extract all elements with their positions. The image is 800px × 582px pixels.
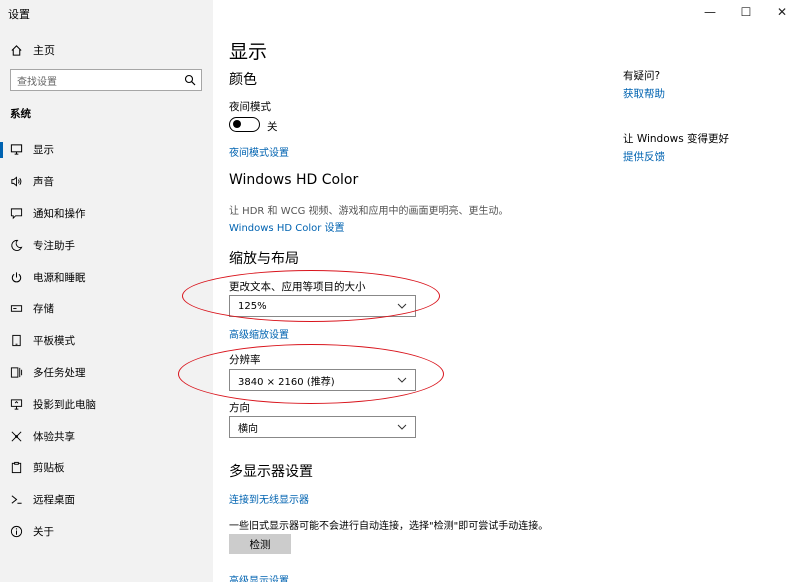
orientation-dropdown[interactable]: 横向 xyxy=(229,416,416,438)
chevron-down-icon xyxy=(397,303,407,309)
sidebar-item-tablet-mode[interactable]: 平板模式 xyxy=(0,325,213,357)
question-label: 有疑问? xyxy=(623,70,661,82)
home-nav[interactable]: 主页 xyxy=(10,41,55,59)
orientation-label: 方向 xyxy=(229,402,250,414)
home-icon xyxy=(11,44,22,56)
sidebar: 设置 主页 查找设置 系统 显示 声音 通知和操作 专注助手 电源和睡眠 存储 … xyxy=(0,0,213,582)
sidebar-item-label: 显示 xyxy=(33,144,54,157)
sidebar-item-shared-experiences[interactable]: 体验共享 xyxy=(0,420,213,452)
window-title: 设置 xyxy=(8,8,30,21)
sidebar-item-clipboard[interactable]: 剪贴板 xyxy=(0,452,213,484)
window-controls: — ☐ ✕ xyxy=(692,0,800,24)
resolution-label: 分辨率 xyxy=(229,354,261,366)
resolution-value: 3840 × 2160 (推荐) xyxy=(238,376,335,388)
notification-icon xyxy=(10,208,23,220)
color-heading: 颜色 xyxy=(229,72,257,88)
multi-display-heading: 多显示器设置 xyxy=(229,464,313,480)
tablet-icon xyxy=(12,335,21,347)
sidebar-item-label: 专注助手 xyxy=(33,239,75,252)
night-mode-settings-link[interactable]: 夜间模式设置 xyxy=(229,144,289,159)
sidebar-item-label: 电源和睡眠 xyxy=(33,271,86,284)
sidebar-item-sound[interactable]: 声音 xyxy=(0,166,213,198)
sidebar-item-notifications[interactable]: 通知和操作 xyxy=(0,198,213,230)
get-help-link[interactable]: 获取帮助 xyxy=(623,86,665,101)
page-title: 显示 xyxy=(229,41,268,63)
info-icon xyxy=(10,525,23,538)
sidebar-item-power[interactable]: 电源和睡眠 xyxy=(0,261,213,293)
detect-button[interactable]: 检测 xyxy=(229,534,291,554)
search-placeholder: 查找设置 xyxy=(17,76,57,88)
sidebar-item-label: 远程桌面 xyxy=(33,494,75,507)
sidebar-item-storage[interactable]: 存储 xyxy=(0,293,213,325)
maximize-button[interactable]: ☐ xyxy=(728,0,764,24)
search-input[interactable]: 查找设置 xyxy=(10,69,202,91)
advanced-display-link[interactable]: 高级显示设置 xyxy=(229,572,289,582)
storage-icon xyxy=(10,305,23,313)
share-icon xyxy=(11,431,22,442)
minimize-button[interactable]: — xyxy=(692,0,728,24)
night-mode-state: 关 xyxy=(267,121,278,133)
resolution-dropdown[interactable]: 3840 × 2160 (推荐) xyxy=(229,369,416,391)
detect-description: 一些旧式显示器可能不会进行自动连接，选择"检测"即可尝试手动连接。 xyxy=(229,521,549,532)
sidebar-item-label: 通知和操作 xyxy=(33,207,86,220)
remote-icon xyxy=(11,495,22,504)
hdr-settings-link[interactable]: Windows HD Color 设置 xyxy=(229,219,345,234)
sidebar-item-display[interactable]: 显示 xyxy=(0,134,213,166)
sidebar-item-label: 体验共享 xyxy=(33,430,75,443)
home-label: 主页 xyxy=(33,44,55,57)
speaker-icon xyxy=(11,176,22,187)
night-mode-label: 夜间模式 xyxy=(229,101,271,113)
multitask-icon xyxy=(10,367,23,378)
search-icon[interactable] xyxy=(179,70,201,90)
moon-icon xyxy=(11,239,23,251)
wireless-display-link[interactable]: 连接到无线显示器 xyxy=(229,491,309,506)
close-button[interactable]: ✕ xyxy=(764,0,800,24)
hdr-description: 让 HDR 和 WCG 视频、游戏和应用中的画面更明亮、更生动。 xyxy=(229,206,509,217)
power-icon xyxy=(11,271,22,282)
sidebar-item-multitasking[interactable]: 多任务处理 xyxy=(0,357,213,389)
sidebar-item-focus-assist[interactable]: 专注助手 xyxy=(0,229,213,261)
section-heading: 系统 xyxy=(10,108,31,120)
scale-label: 更改文本、应用等项目的大小 xyxy=(229,281,366,293)
sidebar-item-label: 多任务处理 xyxy=(33,366,86,379)
sidebar-item-remote-desktop[interactable]: 远程桌面 xyxy=(0,484,213,516)
sidebar-item-label: 剪贴板 xyxy=(33,462,65,475)
advanced-scaling-link[interactable]: 高级缩放设置 xyxy=(229,326,289,341)
feedback-link[interactable]: 提供反馈 xyxy=(623,149,665,164)
sidebar-item-about[interactable]: 关于 xyxy=(0,516,213,548)
monitor-icon xyxy=(10,144,23,156)
chevron-down-icon xyxy=(397,377,407,383)
sidebar-item-label: 平板模式 xyxy=(33,335,75,348)
clipboard-icon xyxy=(11,462,22,474)
scale-heading: 缩放与布局 xyxy=(229,251,299,267)
improve-label: 让 Windows 变得更好 xyxy=(623,133,730,145)
sidebar-item-project[interactable]: 投影到此电脑 xyxy=(0,388,213,420)
scale-dropdown[interactable]: 125% xyxy=(229,295,416,317)
hdr-heading: Windows HD Color xyxy=(229,172,359,188)
scale-value: 125% xyxy=(238,300,267,312)
sidebar-item-label: 声音 xyxy=(33,176,54,189)
orientation-value: 横向 xyxy=(238,423,258,435)
chevron-down-icon xyxy=(397,424,407,430)
project-icon xyxy=(10,399,23,410)
sidebar-nav: 显示 声音 通知和操作 专注助手 电源和睡眠 存储 平板模式 多任务处理 投影到… xyxy=(0,134,213,547)
night-mode-toggle[interactable] xyxy=(229,117,260,132)
sidebar-item-label: 存储 xyxy=(33,303,54,316)
sidebar-item-label: 关于 xyxy=(33,525,54,538)
sidebar-item-label: 投影到此电脑 xyxy=(33,398,96,411)
